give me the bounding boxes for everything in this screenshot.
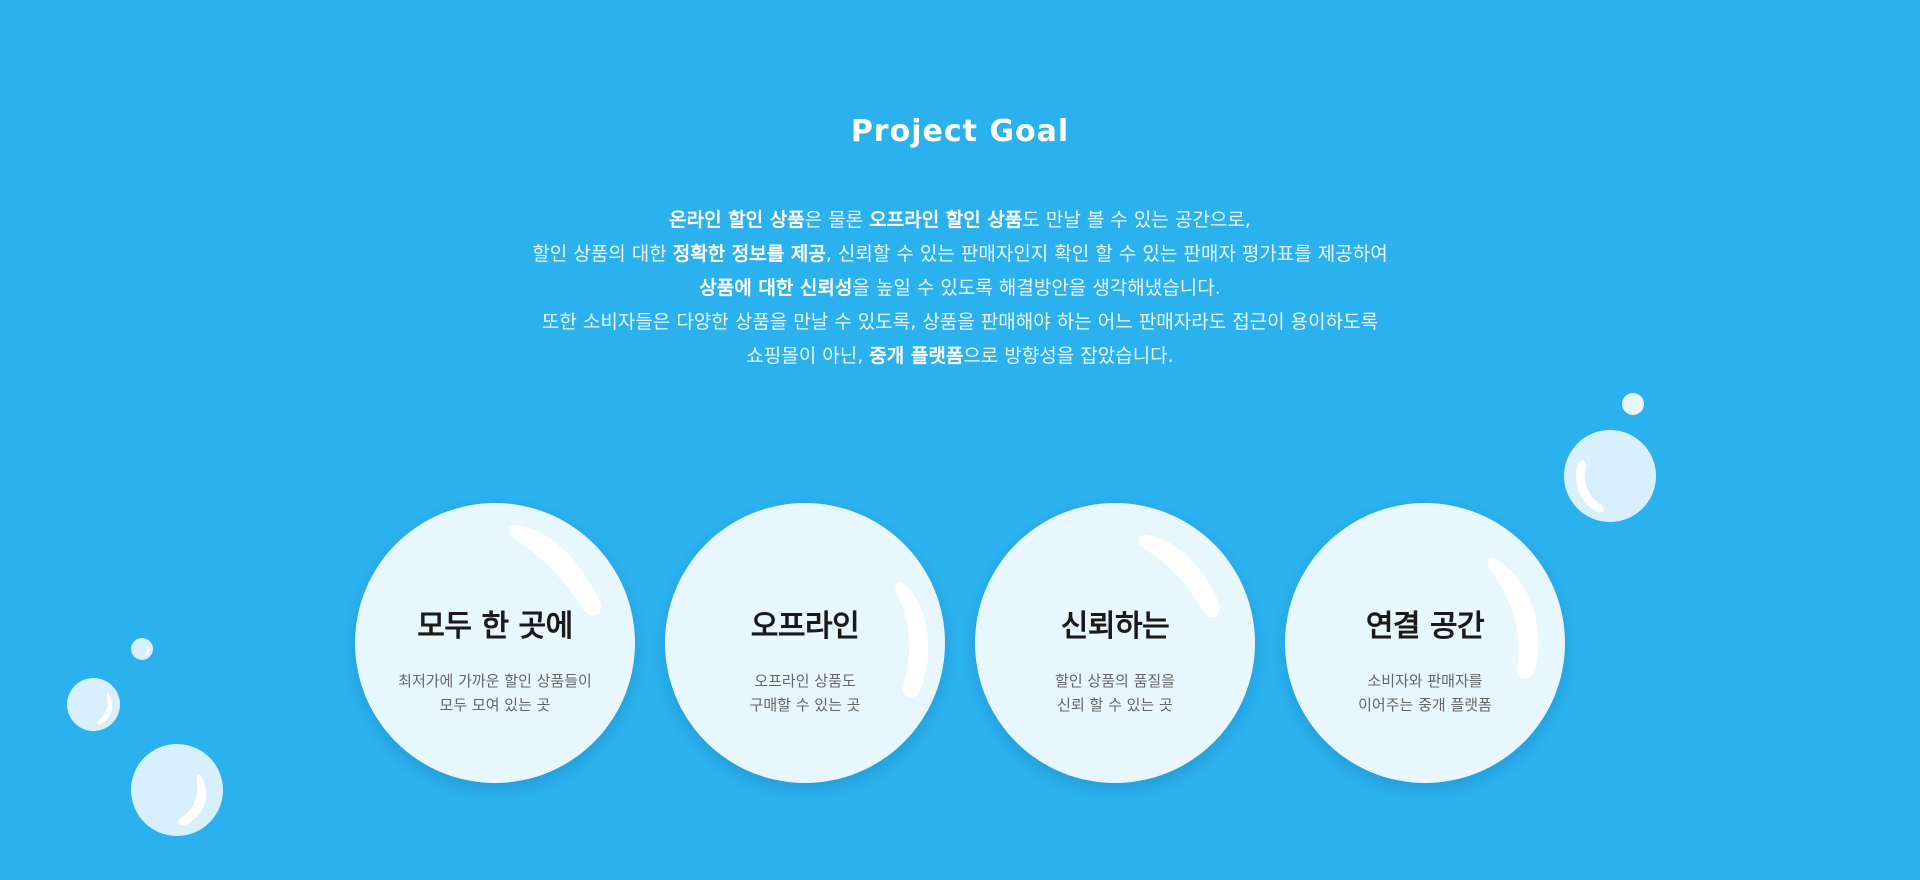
description-text: 으로 방향성을 잡았습니다.: [963, 345, 1174, 367]
description-line: 쇼핑몰이 아닌, 중개 플랫폼으로 방향성을 잡았습니다.: [0, 339, 1920, 373]
description-line: 또한 소비자들은 다양한 상품을 만날 수 있도록, 상품을 판매해야 하는 어…: [0, 305, 1920, 339]
goal-description-line: 최저가에 가까운 할인 상품들이: [398, 672, 592, 690]
bubble-highlight-icon: [96, 692, 113, 725]
goal-title: 신뢰하는: [1060, 609, 1170, 644]
description-text: 할인 상품의 대한: [532, 243, 673, 265]
description-text: 또한 소비자들은 다양한 상품을 만날 수 있도록, 상품을 판매해야 하는 어…: [541, 311, 1379, 333]
goal-description-line: 소비자와 판매자를: [1367, 672, 1483, 690]
goal-description-line: 할인 상품의 품질을: [1055, 672, 1175, 690]
bubble-icon: [131, 744, 223, 836]
bubble-icon: [1564, 430, 1656, 522]
highlight-text: 오프라인 할인 상품: [869, 209, 1023, 231]
description-text: 은 물론: [804, 209, 870, 231]
goal-description: 소비자와 판매자를 이어주는 중개 플랫폼: [1285, 669, 1565, 717]
description-text: 도 만날 볼 수 있는 공간으로,: [1022, 209, 1251, 231]
goal-description-line: 구매할 수 있는 곳: [749, 696, 861, 714]
goal-card-offline: 오프라인 오프라인 상품도 구매할 수 있는 곳: [665, 503, 945, 783]
goal-description: 할인 상품의 품질을 신뢰 할 수 있는 곳: [975, 669, 1255, 717]
goal-title: 오프라인: [750, 609, 860, 644]
bubble-highlight-icon: [1576, 460, 1604, 513]
description-line: 온라인 할인 상품은 물론 오프라인 할인 상품도 만날 볼 수 있는 공간으로…: [0, 203, 1920, 237]
goal-card-trust: 신뢰하는 할인 상품의 품질을 신뢰 할 수 있는 곳: [975, 503, 1255, 783]
goal-description: 최저가에 가까운 할인 상품들이 모두 모여 있는 곳: [355, 669, 635, 717]
goal-card-all-in-one: 모두 한 곳에 최저가에 가까운 할인 상품들이 모두 모여 있는 곳: [355, 503, 635, 783]
project-description: 온라인 할인 상품은 물론 오프라인 할인 상품도 만날 볼 수 있는 공간으로…: [0, 203, 1920, 373]
bubble-icon: [67, 678, 120, 731]
highlight-text: 상품에 대한 신뢰성: [699, 277, 853, 299]
bubble-icon: [1622, 393, 1644, 415]
description-line: 상품에 대한 신뢰성을 높일 수 있도록 해결방안을 생각해냈습니다.: [0, 271, 1920, 305]
page-title: Project Goal: [850, 114, 1070, 149]
goal-description: 오프라인 상품도 구매할 수 있는 곳: [665, 669, 945, 717]
goal-description-line: 모두 모여 있는 곳: [439, 696, 551, 714]
goal-description-line: 이어주는 중개 플랫폼: [1358, 696, 1492, 714]
description-text: 을 높일 수 있도록 해결방안을 생각해냈습니다.: [852, 277, 1221, 299]
bubble-icon: [131, 638, 153, 660]
description-text: 쇼핑몰이 아닌,: [746, 345, 870, 367]
goal-title: 모두 한 곳에: [417, 609, 573, 644]
highlight-text: 온라인 할인 상품: [669, 209, 805, 231]
bubble-highlight-icon: [178, 774, 207, 826]
goal-description-line: 오프라인 상품도: [754, 672, 856, 690]
bubble-highlight-icon: [143, 646, 150, 657]
goal-title: 연결 공간: [1365, 609, 1485, 644]
highlight-text: 중개 플랫폼: [869, 345, 964, 367]
description-text: , 신뢰할 수 있는 판매자인지 확인 할 수 있는 판매자 평가표를 제공하여: [825, 243, 1388, 265]
highlight-text: 정확한 정보를 제공: [672, 243, 826, 265]
goal-description-line: 신뢰 할 수 있는 곳: [1057, 696, 1173, 714]
goal-card-connection: 연결 공간 소비자와 판매자를 이어주는 중개 플랫폼: [1285, 503, 1565, 783]
description-line: 할인 상품의 대한 정확한 정보를 제공, 신뢰할 수 있는 판매자인지 확인 …: [0, 237, 1920, 271]
